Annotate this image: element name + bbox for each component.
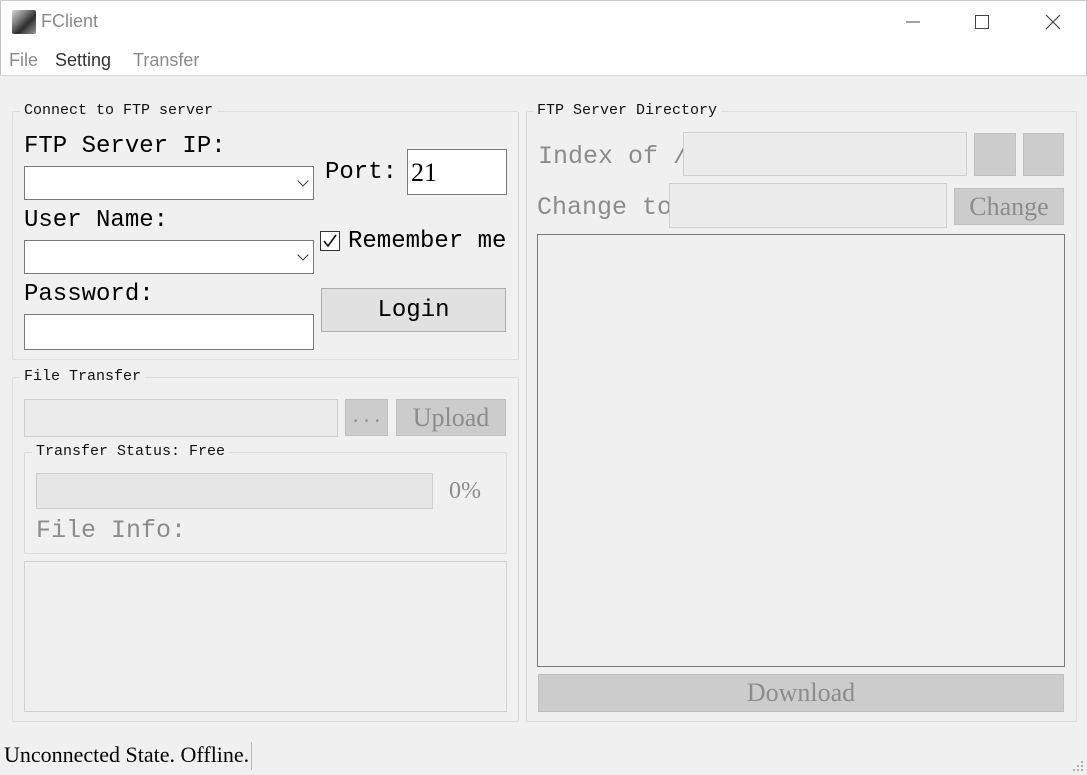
upload-button[interactable]: Upload [396,399,506,436]
minimize-icon [906,21,920,23]
server-directory-group-title: FTP Server Directory [533,102,722,119]
index-of-label: Index of / [538,142,689,171]
connect-group-title: Connect to FTP server [20,102,218,119]
refresh-button[interactable] [1023,133,1064,176]
close-button[interactable] [1030,0,1076,44]
toolbar-strip [0,75,1087,89]
change-to-input[interactable] [669,183,947,228]
maximize-button[interactable] [959,0,1005,44]
file-info-label: File Info: [36,516,187,545]
username-label: User Name: [24,207,169,234]
file-info-textarea[interactable] [24,561,507,712]
chevron-down-icon[interactable] [297,175,309,187]
transfer-progress-bar [36,473,433,509]
ftp-server-ip-combobox[interactable] [24,166,314,200]
menu-transfer[interactable]: Transfer [133,50,199,71]
maximize-icon [975,15,989,29]
checkmark-icon [323,234,337,248]
change-to-label: Change to [537,193,673,222]
chevron-down-icon[interactable] [297,249,309,261]
index-path-input[interactable] [683,132,967,176]
directory-list[interactable] [537,234,1065,667]
minimize-button[interactable] [890,0,936,44]
change-button[interactable]: Change [954,188,1064,225]
transfer-status-title: Transfer Status: Free [32,443,230,460]
progress-percent: 0% [449,478,481,504]
port-label: Port: [325,159,398,186]
file-transfer-group-title: File Transfer [20,368,146,385]
download-button[interactable]: Download [538,674,1064,712]
browse-button[interactable]: ... [345,399,388,436]
ftp-server-ip-label: FTP Server IP: [24,133,226,160]
login-button[interactable]: Login [321,288,506,332]
remember-me-label: Remember me [348,228,507,255]
close-icon [1045,14,1061,30]
file-path-input[interactable] [24,399,338,437]
port-input[interactable]: 21 [407,149,507,195]
status-text: Unconnected State. Offline. [4,742,253,770]
menu-setting[interactable]: Setting [55,50,111,71]
resize-grip-icon[interactable] [1071,759,1085,773]
password-input[interactable] [24,314,314,350]
window-title: FClient [41,11,99,31]
app-icon [12,10,36,34]
username-combobox[interactable] [24,240,314,274]
remember-me-checkbox[interactable] [320,231,340,251]
password-label: Password: [24,281,154,308]
back-button[interactable] [974,133,1016,176]
menu-file[interactable]: File [9,50,38,71]
